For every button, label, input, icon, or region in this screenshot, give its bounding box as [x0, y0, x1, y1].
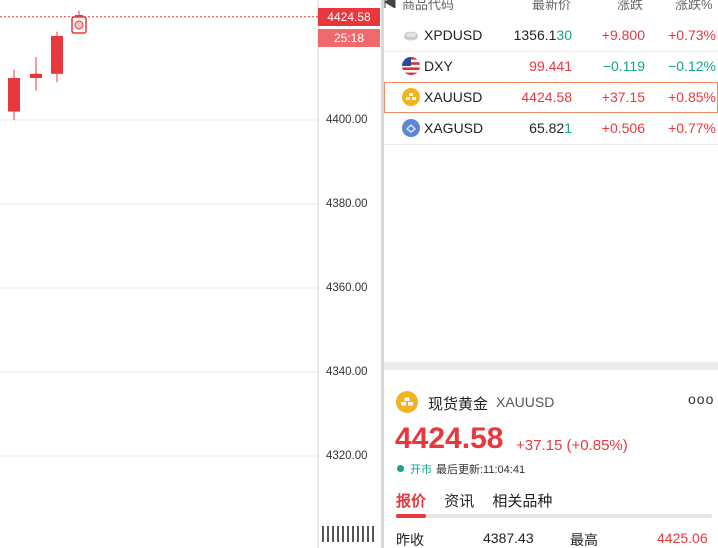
tab-related[interactable]: 相关品种 — [492, 493, 552, 510]
symbol-label: XPDUSD — [424, 27, 483, 43]
header-change[interactable]: 涨跌 — [617, 0, 643, 13]
pct-value: +0.85% — [668, 89, 716, 105]
current-price: 4424.58 — [395, 422, 504, 455]
last-price: 65.821 — [529, 120, 572, 136]
drag-handle-icon[interactable] — [322, 526, 374, 542]
collapse-icon[interactable] — [384, 0, 396, 9]
gold-bar-icon — [396, 391, 418, 413]
watchlist-row-xagusd[interactable]: XAGUSD 65.821 +0.506 +0.77% — [384, 113, 718, 144]
y-tick-label: 4380.00 — [326, 198, 368, 210]
candle-body — [8, 78, 20, 112]
y-tick-label: 4320.00 — [326, 450, 368, 462]
symbol-label: XAUUSD — [424, 89, 483, 105]
price-change: +37.15 (+0.85%) — [516, 437, 628, 454]
candle-body — [30, 73, 42, 78]
active-tab-indicator — [396, 514, 426, 518]
last-price: 99.441 — [529, 58, 572, 74]
candlestick-canvas[interactable] — [0, 0, 381, 548]
candle-body — [51, 36, 63, 74]
prev-close-value: 4387.43 — [483, 530, 534, 546]
y-tick-label: 4340.00 — [326, 366, 368, 378]
watchlist-header: 商品代码 最新价 涨跌 涨跌% — [384, 0, 718, 14]
header-symbol[interactable]: 商品代码 — [402, 0, 454, 13]
market-status: 开市 最后更新:11:04:41 — [397, 461, 525, 477]
instrument-detail: 现货黄金 XAUUSD ooo 4424.58 +37.15 (+0.85%) … — [384, 370, 718, 548]
last-price-tag: 4424.58 — [318, 8, 380, 26]
bar-countdown-tag: 25:18 — [318, 29, 380, 47]
more-options-icon[interactable]: ooo — [688, 391, 714, 407]
change-value: +9.800 — [601, 27, 645, 43]
pct-value: +0.77% — [668, 120, 716, 136]
y-tick-label: 4400.00 — [326, 114, 368, 126]
change-value: +37.15 — [601, 89, 645, 105]
change-value: −0.119 — [602, 58, 645, 74]
silver-bar-icon — [402, 119, 420, 137]
change-value: +0.506 — [601, 120, 645, 136]
watchlist: 商品代码 最新价 涨跌 涨跌% XPDUSD 1356.130 +9.800 +… — [384, 0, 718, 368]
symbol-label: DXY — [424, 58, 453, 74]
detail-tabs: 报价 资讯 相关品种 — [396, 490, 566, 511]
last-price: 4424.58 — [521, 89, 572, 105]
section-divider — [384, 362, 718, 370]
price-chart[interactable]: 4424.58 25:18 4400.00 4380.00 4360.00 43… — [0, 0, 381, 548]
status-dot-icon — [397, 465, 404, 472]
tab-quote[interactable]: 报价 — [396, 493, 426, 510]
us-flag-icon — [402, 57, 420, 75]
high-value: 4425.06 — [657, 530, 708, 546]
pct-value: +0.73% — [668, 27, 716, 43]
platinum-bar-icon — [402, 26, 420, 44]
gold-bar-icon — [402, 88, 420, 106]
y-tick-label: 4360.00 — [326, 282, 368, 294]
symbol-label: XAGUSD — [424, 120, 484, 136]
live-dot — [74, 20, 84, 30]
prev-close-label: 昨收 — [396, 532, 424, 548]
watchlist-row-xauusd[interactable]: XAUUSD 4424.58 +37.15 +0.85% — [384, 82, 718, 113]
tab-news[interactable]: 资讯 — [444, 493, 474, 510]
instrument-name: 现货黄金 — [428, 396, 489, 413]
watchlist-row-dxy[interactable]: DXY 99.441 −0.119 −0.12% — [384, 51, 718, 82]
watchlist-row-xpdusd[interactable]: XPDUSD 1356.130 +9.800 +0.73% — [384, 20, 718, 51]
instrument-symbol: XAUUSD — [496, 394, 555, 410]
header-pct[interactable]: 涨跌% — [675, 0, 713, 13]
pct-value: −0.12% — [668, 58, 716, 74]
header-last[interactable]: 最新价 — [532, 0, 571, 13]
last-price: 1356.130 — [513, 27, 572, 43]
high-label: 最高 — [570, 532, 598, 548]
